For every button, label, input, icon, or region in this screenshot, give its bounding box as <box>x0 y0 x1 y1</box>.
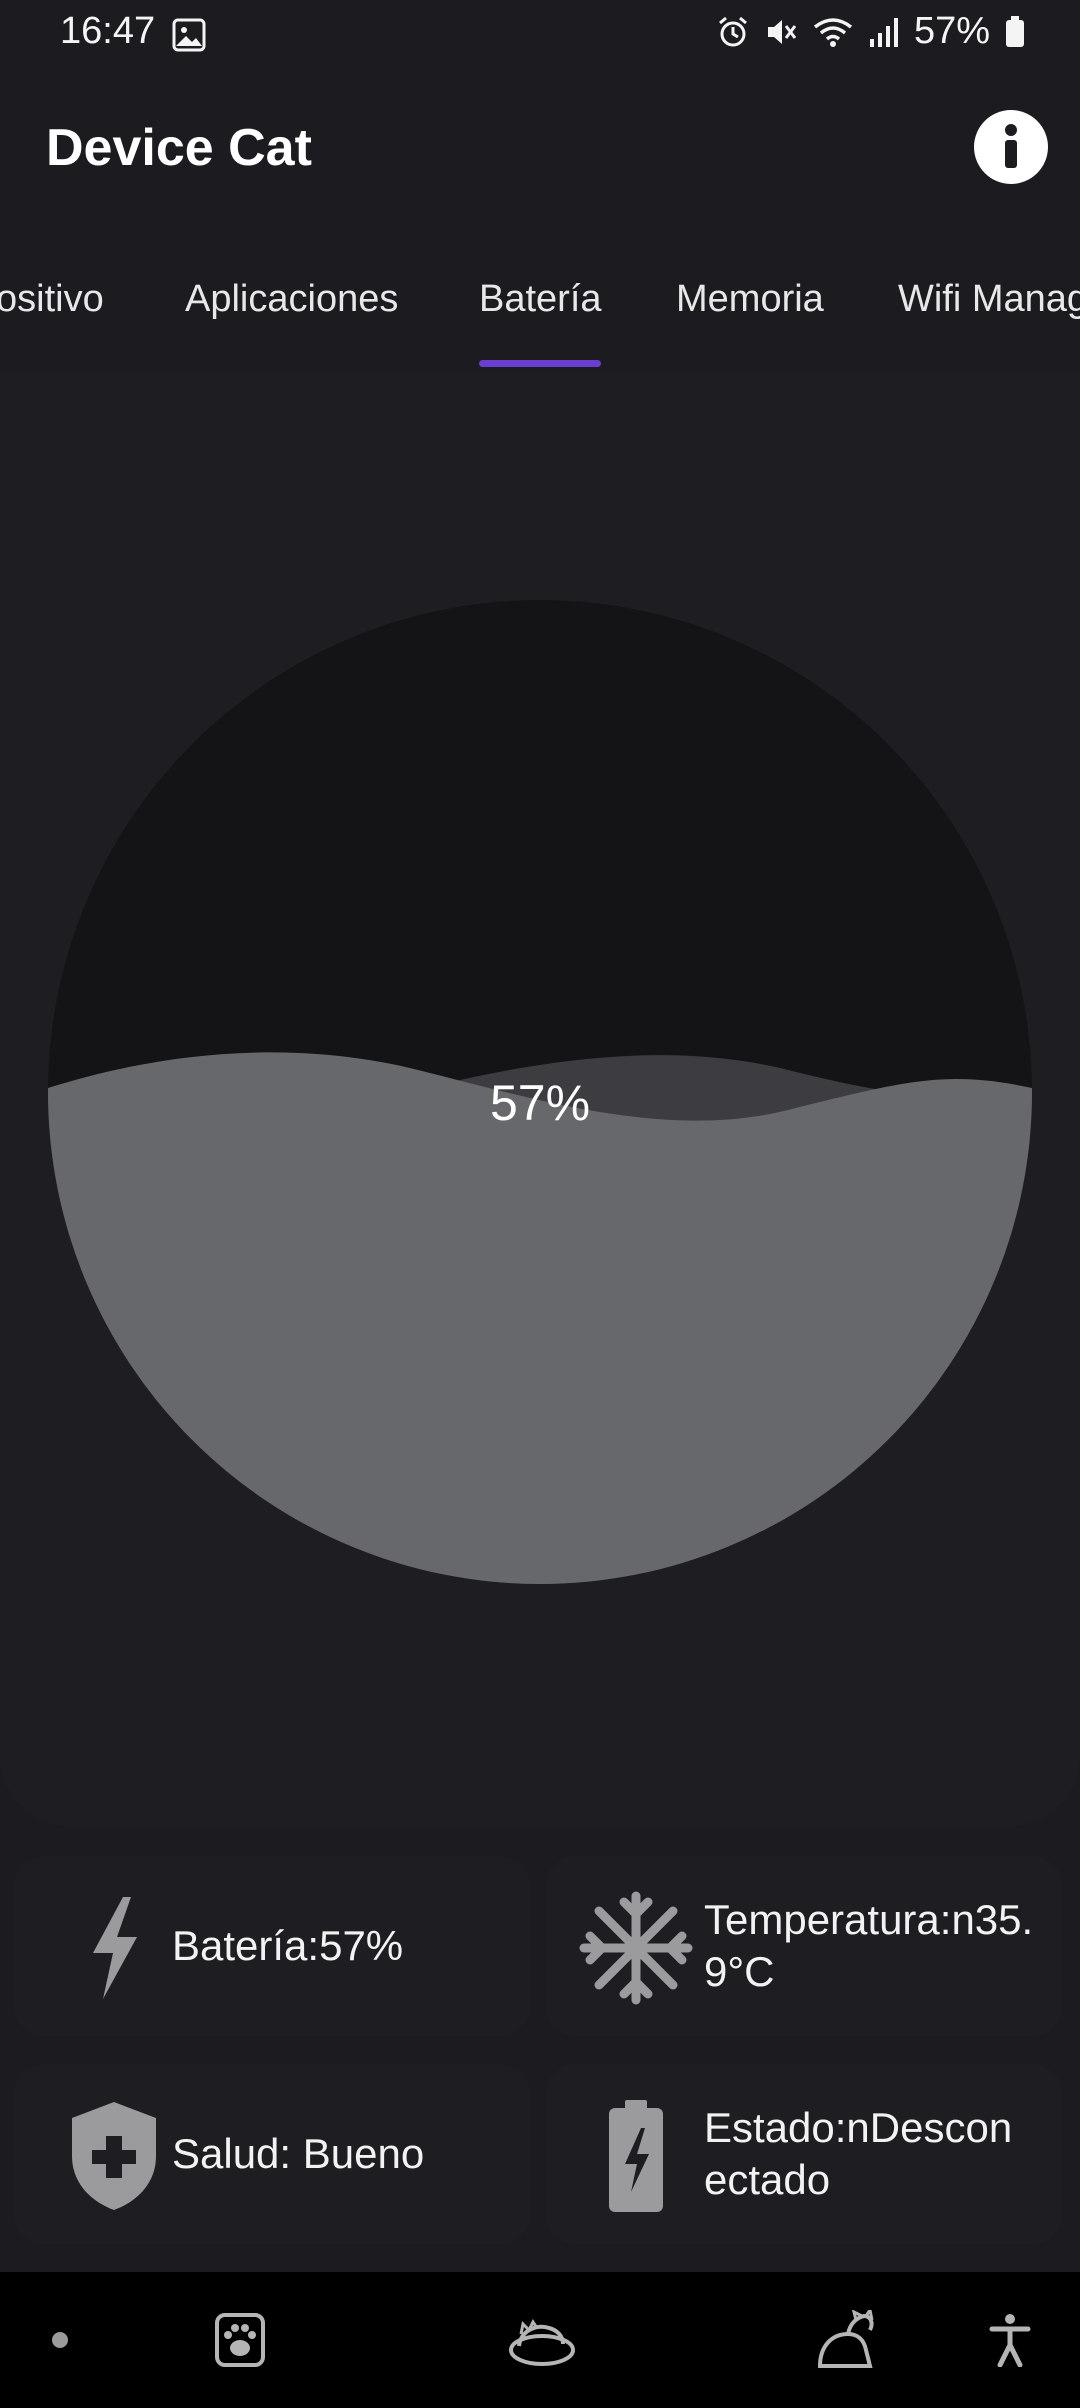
card-health: Salud: Bueno <box>14 2064 530 2244</box>
card-temperature-text: Temperatura:n35.9°C <box>704 1896 1034 1995</box>
accessibility-icon[interactable] <box>980 2272 1040 2408</box>
status-bar: 16:47 57% <box>0 0 1080 70</box>
status-battery-percent: 57% <box>913 10 990 52</box>
card-battery-text: Batería:57% <box>172 1922 404 1969</box>
dot-icon[interactable] <box>30 2272 90 2408</box>
cat-icon[interactable] <box>805 2272 885 2408</box>
health-shield-icon <box>54 2096 174 2216</box>
gauge-percent-label: 57% <box>489 1075 591 1131</box>
card-status-text: Estado:nDesconectado <box>704 2104 1013 2203</box>
tab-aplicaciones[interactable]: Aplicaciones <box>185 278 398 321</box>
bottom-navigation <box>0 2272 1080 2408</box>
app-title: Device Cat <box>46 119 312 177</box>
card-battery: Batería:57% <box>14 1856 530 2036</box>
status-icons: 57% <box>716 10 1026 53</box>
tab-indicator <box>479 360 601 367</box>
tab-memoria[interactable]: Memoria <box>676 278 824 321</box>
gauge-wave-front <box>48 1052 1032 1584</box>
mute-icon <box>764 15 798 49</box>
sleeping-cat-icon[interactable] <box>500 2272 584 2408</box>
signal-icon <box>868 15 900 49</box>
tab-bateria[interactable]: Batería <box>479 278 602 321</box>
paw-icon[interactable] <box>200 2272 280 2408</box>
wifi-icon <box>812 15 854 49</box>
info-button[interactable] <box>974 110 1048 184</box>
tab-dispositivo[interactable]: ositivo <box>0 278 104 321</box>
lightning-icon <box>54 1888 174 2008</box>
battery-icon <box>1004 15 1026 49</box>
tab-wifi-manager[interactable]: Wifi Manag <box>898 278 1080 321</box>
info-icon <box>1005 124 1017 168</box>
card-status: Estado:nDesconectado <box>546 2064 1062 2244</box>
card-temperature: Temperatura:n35.9°C <box>546 1856 1062 2036</box>
card-health-text: Salud: Bueno <box>172 2130 425 2177</box>
tab-bar: ositivo Aplicaciones Batería Memoria Wif… <box>0 260 1080 370</box>
battery-charging-icon <box>576 2096 696 2216</box>
snowflake-icon <box>576 1888 696 2008</box>
status-time: 16:47 <box>60 10 156 52</box>
alarm-icon <box>716 15 750 49</box>
gallery-icon <box>172 18 206 57</box>
screen: 16:47 57% Device Cat ositivo Aplicacione… <box>0 0 1080 2408</box>
